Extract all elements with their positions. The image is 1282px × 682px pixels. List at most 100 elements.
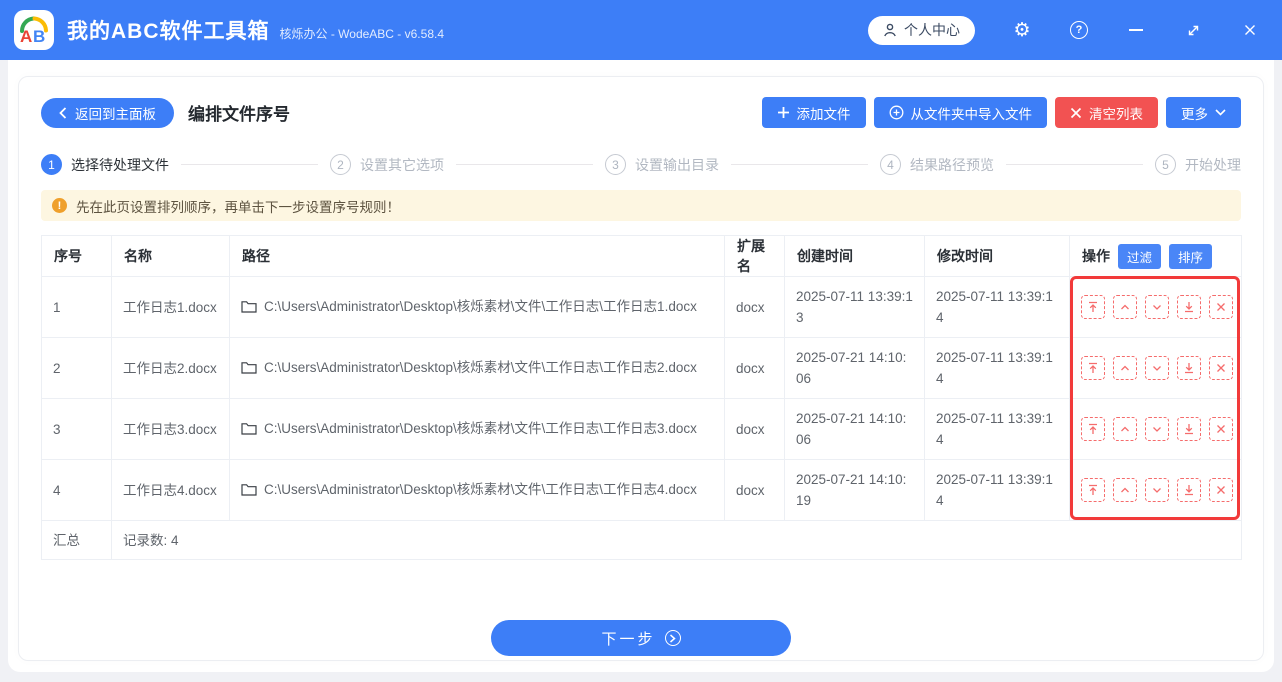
- step-2-label: 设置其它选项: [360, 156, 444, 173]
- move-bottom-icon[interactable]: [1177, 356, 1201, 380]
- header-index: 序号: [41, 235, 112, 277]
- cell-actions: [1069, 398, 1242, 460]
- move-top-icon[interactable]: [1081, 295, 1105, 319]
- person-icon: [883, 23, 897, 37]
- page-toolbar: 返回到主面板 编排文件序号 添加文件 从文件夹中导入文件 清空列表 更多: [41, 97, 1241, 128]
- cell-name: 工作日志4.docx: [111, 459, 230, 521]
- header-path: 路径: [229, 235, 725, 277]
- help-icon[interactable]: ?: [1069, 20, 1089, 40]
- table-body: 1 工作日志1.docx C:\Users\Administrator\Desk…: [41, 276, 1242, 521]
- plus-icon: [777, 106, 790, 119]
- step-5-number: 5: [1155, 154, 1176, 175]
- close-icon[interactable]: [1240, 20, 1260, 40]
- cell-path: C:\Users\Administrator\Desktop\核烁素材\文件\工…: [229, 398, 725, 460]
- move-top-icon[interactable]: [1081, 478, 1105, 502]
- circle-plus-icon: [889, 105, 904, 120]
- cell-name: 工作日志3.docx: [111, 398, 230, 460]
- step-3-label: 设置输出目录: [635, 156, 719, 173]
- cell-modified: 2025-07-11 13:39:14: [924, 459, 1070, 521]
- main-card: 返回到主面板 编排文件序号 添加文件 从文件夹中导入文件 清空列表 更多 1 选…: [8, 60, 1274, 672]
- add-file-button[interactable]: 添加文件: [761, 97, 866, 128]
- app-title: 我的ABC软件工具箱: [67, 20, 270, 43]
- cell-created: 2025-07-21 14:10:06: [784, 398, 925, 460]
- next-step-label: 下一步: [601, 630, 656, 648]
- notice-text: 先在此页设置排列顺序，再单击下一步设置序号规则！: [76, 199, 400, 215]
- cell-ext: docx: [724, 459, 785, 521]
- cell-index: 1: [41, 276, 112, 338]
- folder-icon: [241, 298, 257, 319]
- cell-path: C:\Users\Administrator\Desktop\核烁素材\文件\工…: [229, 276, 725, 338]
- move-bottom-icon[interactable]: [1177, 478, 1201, 502]
- table-row: 2 工作日志2.docx C:\Users\Administrator\Desk…: [41, 337, 1242, 399]
- move-bottom-icon[interactable]: [1177, 417, 1201, 441]
- summary-row: 汇总 记录数: 4: [41, 520, 1242, 560]
- folder-icon: [241, 481, 257, 502]
- row-actions: [1081, 356, 1233, 380]
- cell-actions: [1069, 337, 1242, 399]
- folder-icon: [241, 420, 257, 441]
- step-1-select-files: 1 选择待处理文件: [41, 154, 169, 175]
- header-ext: 扩展名: [724, 235, 785, 277]
- app-logo-icon: A B: [14, 10, 54, 50]
- move-down-icon[interactable]: [1145, 356, 1169, 380]
- step-3-output-dir: 3 设置输出目录: [605, 154, 719, 175]
- add-file-label: 添加文件: [796, 106, 851, 122]
- step-4-label: 结果路径预览: [910, 156, 994, 173]
- user-center-label: 个人中心: [904, 22, 960, 38]
- back-to-main-button[interactable]: 返回到主面板: [41, 97, 174, 128]
- move-up-icon[interactable]: [1113, 295, 1137, 319]
- gear-icon[interactable]: ⚙: [1012, 20, 1032, 40]
- step-5-start: 5 开始处理: [1155, 154, 1241, 175]
- delete-icon[interactable]: [1209, 417, 1233, 441]
- summary-label: 汇总: [41, 520, 112, 560]
- step-4-result-preview: 4 结果路径预览: [880, 154, 994, 175]
- row-actions: [1081, 478, 1233, 502]
- move-down-icon[interactable]: [1145, 417, 1169, 441]
- sort-button[interactable]: 排序: [1169, 243, 1213, 269]
- move-top-icon[interactable]: [1081, 417, 1105, 441]
- summary-value: 记录数: 4: [111, 520, 1242, 560]
- move-up-icon[interactable]: [1113, 417, 1137, 441]
- move-top-icon[interactable]: [1081, 356, 1105, 380]
- row-actions: [1081, 295, 1233, 319]
- toolbar-actions: 添加文件 从文件夹中导入文件 清空列表 更多: [761, 97, 1241, 128]
- user-center-button[interactable]: 个人中心: [868, 15, 975, 45]
- file-table: 序号 名称 路径 扩展名 创建时间 修改时间 操作 过滤 排序 1 工作日志1.…: [41, 235, 1242, 560]
- svg-text:B: B: [33, 27, 45, 46]
- step-1-label: 选择待处理文件: [71, 156, 169, 173]
- next-step-button[interactable]: 下一步: [491, 620, 791, 656]
- circle-arrow-right-icon: [664, 630, 681, 646]
- move-down-icon[interactable]: [1145, 295, 1169, 319]
- delete-icon[interactable]: [1209, 478, 1233, 502]
- step-connector: [456, 164, 593, 165]
- clear-list-button[interactable]: 清空列表: [1055, 97, 1158, 128]
- step-indicator: 1 选择待处理文件 2 设置其它选项 3 设置输出目录 4 结果路径预览 5 开…: [41, 154, 1241, 175]
- file-path: C:\Users\Administrator\Desktop\核烁素材\文件\工…: [264, 420, 697, 436]
- table-row: 3 工作日志3.docx C:\Users\Administrator\Desk…: [41, 398, 1242, 460]
- import-from-folder-button[interactable]: 从文件夹中导入文件: [873, 97, 1047, 128]
- file-path: C:\Users\Administrator\Desktop\核烁素材\文件\工…: [264, 481, 697, 497]
- maximize-icon[interactable]: [1183, 20, 1203, 40]
- import-from-folder-label: 从文件夹中导入文件: [910, 106, 1033, 122]
- step-connector: [181, 164, 318, 165]
- cell-path: C:\Users\Administrator\Desktop\核烁素材\文件\工…: [229, 459, 725, 521]
- cell-index: 3: [41, 398, 112, 460]
- move-up-icon[interactable]: [1113, 356, 1137, 380]
- cell-name: 工作日志1.docx: [111, 276, 230, 338]
- more-button[interactable]: 更多: [1166, 97, 1241, 128]
- step-4-number: 4: [880, 154, 901, 175]
- cell-modified: 2025-07-11 13:39:14: [924, 337, 1070, 399]
- move-up-icon[interactable]: [1113, 478, 1137, 502]
- cell-modified: 2025-07-11 13:39:14: [924, 276, 1070, 338]
- minimize-icon[interactable]: [1126, 20, 1146, 40]
- cell-modified: 2025-07-11 13:39:14: [924, 398, 1070, 460]
- move-bottom-icon[interactable]: [1177, 295, 1201, 319]
- filter-button[interactable]: 过滤: [1118, 243, 1162, 269]
- cell-ext: docx: [724, 276, 785, 338]
- header-created: 创建时间: [784, 235, 925, 277]
- delete-icon[interactable]: [1209, 356, 1233, 380]
- move-down-icon[interactable]: [1145, 478, 1169, 502]
- delete-icon[interactable]: [1209, 295, 1233, 319]
- header-actions: 操作 过滤 排序: [1069, 235, 1242, 277]
- table-row: 1 工作日志1.docx C:\Users\Administrator\Desk…: [41, 276, 1242, 338]
